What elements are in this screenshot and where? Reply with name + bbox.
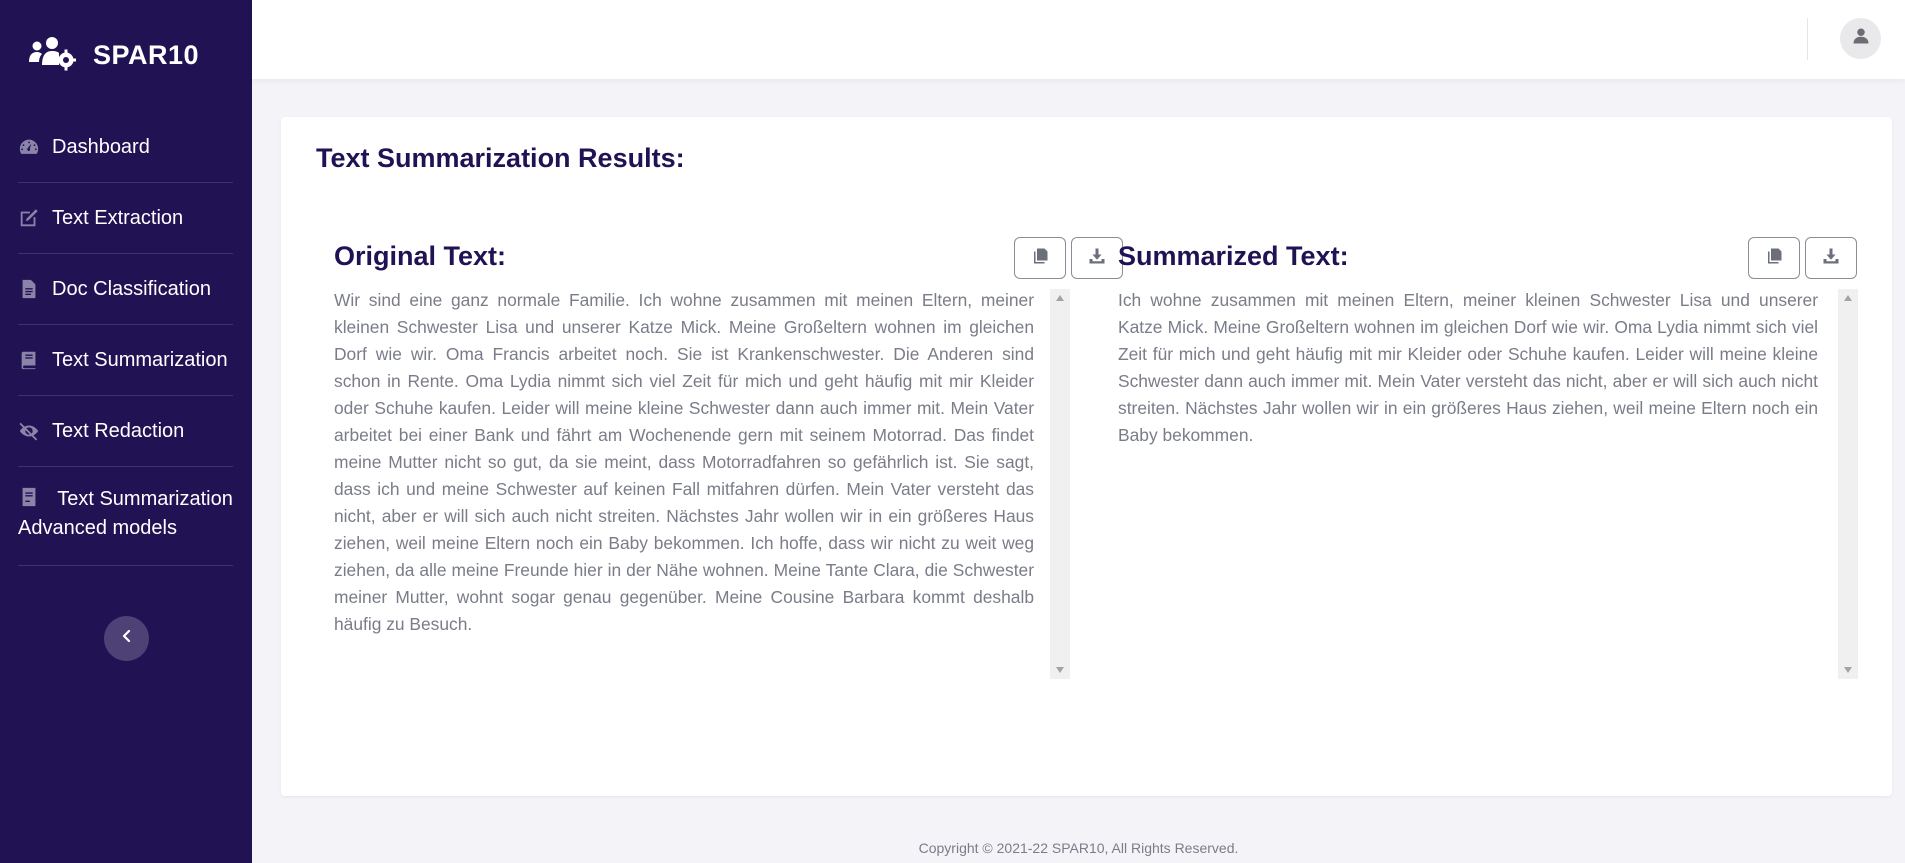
summarized-text-area[interactable]: Ich wohne zusammen mit meinen Eltern, me…	[1118, 287, 1818, 679]
footer-copyright: Copyright © 2021-22 SPAR10, All Rights R…	[918, 840, 1239, 856]
users-gear-icon	[28, 35, 76, 76]
sidebar-item-dashboard[interactable]: Dashboard	[18, 112, 233, 183]
sidebar-item-label: Text Extraction	[52, 206, 184, 229]
gauge-icon	[18, 136, 44, 158]
sidebar-item-label: Text Summarization Advanced models	[18, 488, 233, 539]
original-text-title: Original Text:	[334, 241, 507, 271]
summarized-text-body: Ich wohne zusammen mit meinen Eltern, me…	[1118, 290, 1818, 445]
top-bar	[252, 0, 1905, 79]
chevron-left-icon	[120, 629, 134, 648]
document-icon	[18, 278, 44, 300]
brand-name: SPAR10	[93, 39, 200, 70]
download-original-button[interactable]	[1071, 237, 1123, 279]
file-icon	[18, 486, 44, 508]
original-scrollbar[interactable]	[1050, 289, 1070, 679]
sidebar-item-text-extraction[interactable]: Text Extraction	[18, 183, 233, 254]
sidebar-nav: Dashboard Text Extraction Doc Classifica…	[18, 112, 233, 566]
sidebar-item-text-summarization-advanced[interactable]: Text Summarization Advanced models	[18, 467, 233, 566]
results-card: Text Summarization Results: Original Tex…	[281, 117, 1892, 796]
sidebar-collapse-button[interactable]	[104, 616, 149, 661]
download-icon	[1088, 247, 1106, 270]
scroll-down-icon[interactable]	[1056, 667, 1064, 673]
summary-scrollbar[interactable]	[1838, 289, 1858, 679]
book-icon	[18, 349, 44, 371]
brand[interactable]: SPAR10	[28, 35, 200, 76]
eye-slash-icon	[18, 420, 44, 442]
user-icon	[1852, 27, 1870, 50]
topbar-divider	[1807, 18, 1808, 60]
edit-icon	[18, 207, 44, 229]
page-title: Text Summarization Results:	[316, 143, 685, 173]
copy-icon	[1765, 247, 1783, 270]
scroll-down-icon[interactable]	[1844, 667, 1852, 673]
copy-original-button[interactable]	[1014, 237, 1066, 279]
scroll-up-icon[interactable]	[1056, 295, 1064, 301]
original-text-area[interactable]: Wir sind eine ganz normale Familie. Ich …	[334, 287, 1034, 679]
sidebar-item-text-summarization[interactable]: Text Summarization	[18, 325, 233, 396]
sidebar: SPAR10 Dashboard Text Extraction Doc Cla…	[0, 0, 252, 863]
copy-summary-button[interactable]	[1748, 237, 1800, 279]
sidebar-item-label: Text Summarization	[52, 348, 228, 371]
sidebar-item-label: Dashboard	[52, 135, 150, 158]
summarized-text-title: Summarized Text:	[1118, 241, 1349, 271]
sidebar-item-text-redaction[interactable]: Text Redaction	[18, 396, 233, 467]
download-summary-button[interactable]	[1805, 237, 1857, 279]
sidebar-item-label: Text Redaction	[52, 419, 185, 442]
scroll-up-icon[interactable]	[1844, 295, 1852, 301]
copy-icon	[1031, 247, 1049, 270]
sidebar-item-label: Doc Classification	[52, 277, 211, 300]
download-icon	[1822, 247, 1840, 270]
original-text-body: Wir sind eine ganz normale Familie. Ich …	[334, 290, 1034, 634]
sidebar-item-doc-classification[interactable]: Doc Classification	[18, 254, 233, 325]
user-avatar-button[interactable]	[1840, 18, 1881, 59]
